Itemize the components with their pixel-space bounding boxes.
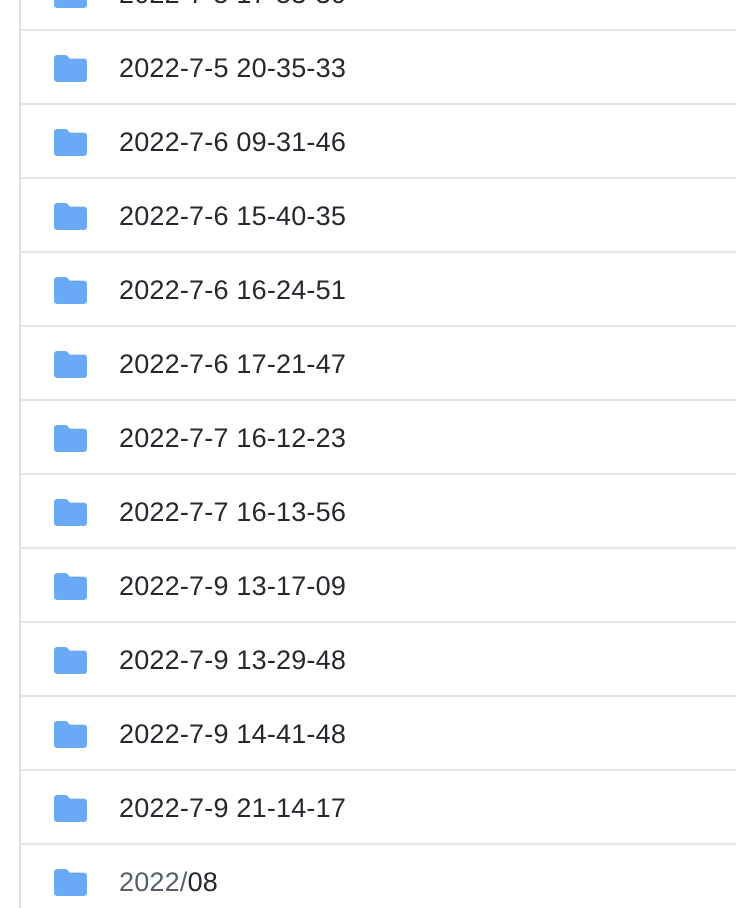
folder-name[interactable]: 2022-7-5 17-53-30 xyxy=(119,0,346,31)
folder-row[interactable]: 2022-7-9 13-29-48 xyxy=(21,623,736,697)
folder-name[interactable]: 2022-7-5 20-35-33 xyxy=(119,31,346,105)
folder-name-leaf: 08 xyxy=(187,867,219,897)
folder-icon xyxy=(54,721,87,748)
folder-name[interactable]: 2022-7-6 17-21-47 xyxy=(119,327,346,401)
folder-row[interactable]: 2022-7-6 16-24-51 xyxy=(21,253,736,327)
folder-icon xyxy=(54,795,87,822)
folder-icon xyxy=(54,0,87,8)
folder-row[interactable]: 2022-7-7 16-12-23 xyxy=(21,401,736,475)
folder-icon xyxy=(54,277,87,304)
folder-row-08[interactable]: 2022/08 xyxy=(21,845,736,908)
folder-icon xyxy=(54,55,87,82)
folder-name[interactable]: 2022-7-7 16-13-56 xyxy=(119,475,346,549)
folder-name[interactable]: 2022-7-9 21-14-17 xyxy=(119,771,346,845)
folder-name[interactable]: 2022/08 xyxy=(119,845,218,908)
folder-icon xyxy=(54,573,87,600)
folder-name[interactable]: 2022-7-9 13-17-09 xyxy=(119,549,346,623)
folder-row[interactable]: 2022-7-9 13-17-09 xyxy=(21,549,736,623)
folder-icon xyxy=(54,869,87,896)
folder-icon xyxy=(54,499,87,526)
folder-row[interactable]: 2022-7-5 17-53-30 xyxy=(21,0,736,31)
folder-icon xyxy=(54,203,87,230)
folder-row[interactable]: 2022-7-7 16-13-56 xyxy=(21,475,736,549)
folder-name[interactable]: 2022-7-6 09-31-46 xyxy=(119,105,346,179)
folder-row[interactable]: 2022-7-6 09-31-46 xyxy=(21,105,736,179)
folder-row[interactable]: 2022-7-9 21-14-17 xyxy=(21,771,736,845)
folder-name[interactable]: 2022-7-7 16-12-23 xyxy=(119,401,346,475)
folder-row[interactable]: 2022-7-6 15-40-35 xyxy=(21,179,736,253)
folder-parent-path: 2022/ xyxy=(119,867,188,897)
folder-name[interactable]: 2022-7-9 14-41-48 xyxy=(119,697,346,771)
folder-icon xyxy=(54,351,87,378)
folder-row[interactable]: 2022-7-9 14-41-48 xyxy=(21,697,736,771)
folder-icon xyxy=(54,425,87,452)
folder-icon xyxy=(54,647,87,674)
folder-row[interactable]: 2022-7-5 20-35-33 xyxy=(21,31,736,105)
folder-row[interactable]: 2022-7-6 17-21-47 xyxy=(21,327,736,401)
folder-name[interactable]: 2022-7-9 13-29-48 xyxy=(119,623,346,697)
file-list: 2022-7-5 17-53-30 2022-7-5 20-35-33 2022… xyxy=(19,0,736,908)
folder-name[interactable]: 2022-7-6 16-24-51 xyxy=(119,253,346,327)
folder-icon xyxy=(54,129,87,156)
folder-name[interactable]: 2022-7-6 15-40-35 xyxy=(119,179,346,253)
